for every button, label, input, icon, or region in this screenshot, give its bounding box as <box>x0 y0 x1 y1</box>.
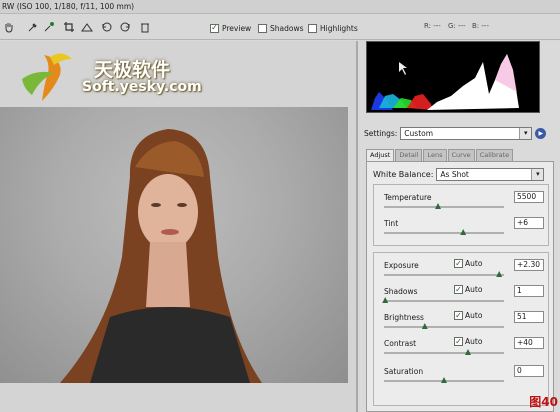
shadows-slider[interactable] <box>384 300 504 302</box>
watermark-chinese-text: 天极软件 <box>94 59 171 81</box>
b-readout: B: --- <box>472 22 489 30</box>
tab-strip: Adjust Detail Lens Curve Calibrate <box>366 149 554 161</box>
exposure-auto-label: Auto <box>465 259 483 268</box>
histogram <box>366 41 540 113</box>
color-sampler-icon[interactable] <box>42 20 56 34</box>
highlights-toggle[interactable]: Highlights <box>308 22 358 34</box>
settings-panel: Settings: Custom ▾ ▶ Adjust Detail Lens … <box>360 41 560 412</box>
watermark-url-text: Soft.yesky.com <box>82 79 202 95</box>
white-balance-label: White Balance: <box>373 169 434 179</box>
contrast-slider[interactable] <box>384 352 504 354</box>
portrait-image <box>60 129 262 383</box>
photo-preview[interactable] <box>0 107 348 383</box>
settings-value: Custom <box>404 128 434 138</box>
contrast-auto-toggle[interactable]: ✓ Auto <box>454 337 482 346</box>
white-balance-eyedropper-icon[interactable] <box>26 20 40 34</box>
crop-icon[interactable] <box>62 20 76 34</box>
r-readout: R: --- <box>424 22 441 30</box>
saturation-label: Saturation <box>384 367 424 376</box>
exposure-auto-toggle[interactable]: ✓ Auto <box>454 259 482 268</box>
settings-row: Settings: Custom ▾ ▶ <box>364 125 554 141</box>
panel-divider <box>356 41 358 412</box>
settings-select[interactable]: Custom ▾ <box>400 126 533 140</box>
contrast-value[interactable]: +40 <box>514 337 544 349</box>
contrast-label: Contrast <box>384 339 417 348</box>
brightness-control: Brightness ✓ Auto 51 <box>384 311 544 337</box>
saturation-value[interactable]: 0 <box>514 365 544 377</box>
shadows-control: Shadows ✓ Auto 1 <box>382 285 544 311</box>
tint-slider[interactable] <box>384 232 504 234</box>
histogram-graph <box>371 54 519 110</box>
tab-lens[interactable]: Lens <box>423 149 447 161</box>
tab-adjust[interactable]: Adjust <box>366 149 395 161</box>
temperature-control: Temperature 5500 <box>384 191 544 217</box>
exposure-label: Exposure <box>384 261 419 270</box>
saturation-control: Saturation 0 <box>384 365 544 391</box>
preview-area[interactable]: 天极软件 Soft.yesky.com <box>0 41 358 412</box>
contrast-auto-label: Auto <box>465 337 483 346</box>
chevron-down-icon: ▾ <box>531 168 544 180</box>
white-balance-select[interactable]: As Shot ▾ <box>436 167 545 181</box>
preview-toggle[interactable]: ✓ Preview <box>210 22 251 34</box>
exposure-value[interactable]: +2.30 <box>514 259 544 271</box>
white-balance-value: As Shot <box>440 169 469 179</box>
shadows-checkbox[interactable] <box>258 23 267 33</box>
window-title: RW (ISO 100, 1/180, f/11, 100 mm) <box>0 0 560 14</box>
toolbar: ✓ Preview Shadows Highlights R: --- G: -… <box>0 14 560 40</box>
preview-checkbox[interactable]: ✓ <box>210 23 219 33</box>
temperature-slider[interactable] <box>384 206 504 208</box>
adjust-tab-panel: White Balance: As Shot ▾ Temperature 550… <box>366 161 554 412</box>
brightness-label: Brightness <box>384 313 424 322</box>
exposure-auto-checkbox[interactable]: ✓ <box>454 259 463 268</box>
shadows-auto-toggle[interactable]: ✓ Auto <box>454 285 482 294</box>
brightness-value[interactable]: 51 <box>514 311 544 323</box>
settings-menu-icon[interactable]: ▶ <box>535 127 547 139</box>
tab-calibrate[interactable]: Calibrate <box>475 149 514 161</box>
white-balance-group: Temperature 5500 Tint +6 <box>373 184 549 246</box>
yesky-logo-icon <box>22 53 72 101</box>
tint-control: Tint +6 <box>384 217 544 243</box>
tone-group: Exposure ✓ Auto +2.30 Shadows ✓ Auto 1 B… <box>373 252 549 406</box>
tab-detail[interactable]: Detail <box>395 149 423 161</box>
tab-curve[interactable]: Curve <box>447 149 475 161</box>
shadows-label: Shadows <box>270 23 304 33</box>
temperature-value[interactable]: 5500 <box>514 191 544 203</box>
shadows-toggle[interactable]: Shadows <box>258 22 304 34</box>
brightness-auto-label: Auto <box>465 311 483 320</box>
brightness-auto-checkbox[interactable]: ✓ <box>454 311 463 320</box>
shadows-control-label: Shadows <box>384 287 418 296</box>
highlights-label: Highlights <box>320 23 358 33</box>
contrast-auto-checkbox[interactable]: ✓ <box>454 337 463 346</box>
exposure-slider[interactable] <box>384 274 504 276</box>
shadows-auto-checkbox[interactable]: ✓ <box>454 285 463 294</box>
cursor-icon <box>399 62 407 75</box>
contrast-control: Contrast ✓ Auto +40 <box>384 337 544 363</box>
rotate-left-icon[interactable] <box>100 20 114 34</box>
tint-value[interactable]: +6 <box>514 217 544 229</box>
settings-label: Settings: <box>364 128 398 138</box>
tint-label: Tint <box>384 219 399 228</box>
preview-label: Preview <box>222 23 252 33</box>
temperature-label: Temperature <box>384 193 432 202</box>
straighten-icon[interactable] <box>80 20 94 34</box>
hand-icon[interactable] <box>2 20 16 34</box>
rotate-right-icon[interactable] <box>118 20 132 34</box>
watermark-logo: 天极软件 Soft.yesky.com <box>14 49 204 109</box>
exposure-control: Exposure ✓ Auto +2.30 <box>384 259 544 285</box>
white-balance-row: White Balance: As Shot ▾ <box>373 167 549 181</box>
figure-label: 图40 <box>529 395 558 409</box>
highlights-checkbox[interactable] <box>308 23 317 33</box>
shadows-auto-label: Auto <box>465 285 483 294</box>
g-readout: G: --- <box>448 22 466 30</box>
brightness-auto-toggle[interactable]: ✓ Auto <box>454 311 482 320</box>
brightness-slider[interactable] <box>384 326 504 328</box>
trash-icon[interactable] <box>138 20 152 34</box>
shadows-value[interactable]: 1 <box>514 285 544 297</box>
chevron-down-icon: ▾ <box>519 127 532 139</box>
